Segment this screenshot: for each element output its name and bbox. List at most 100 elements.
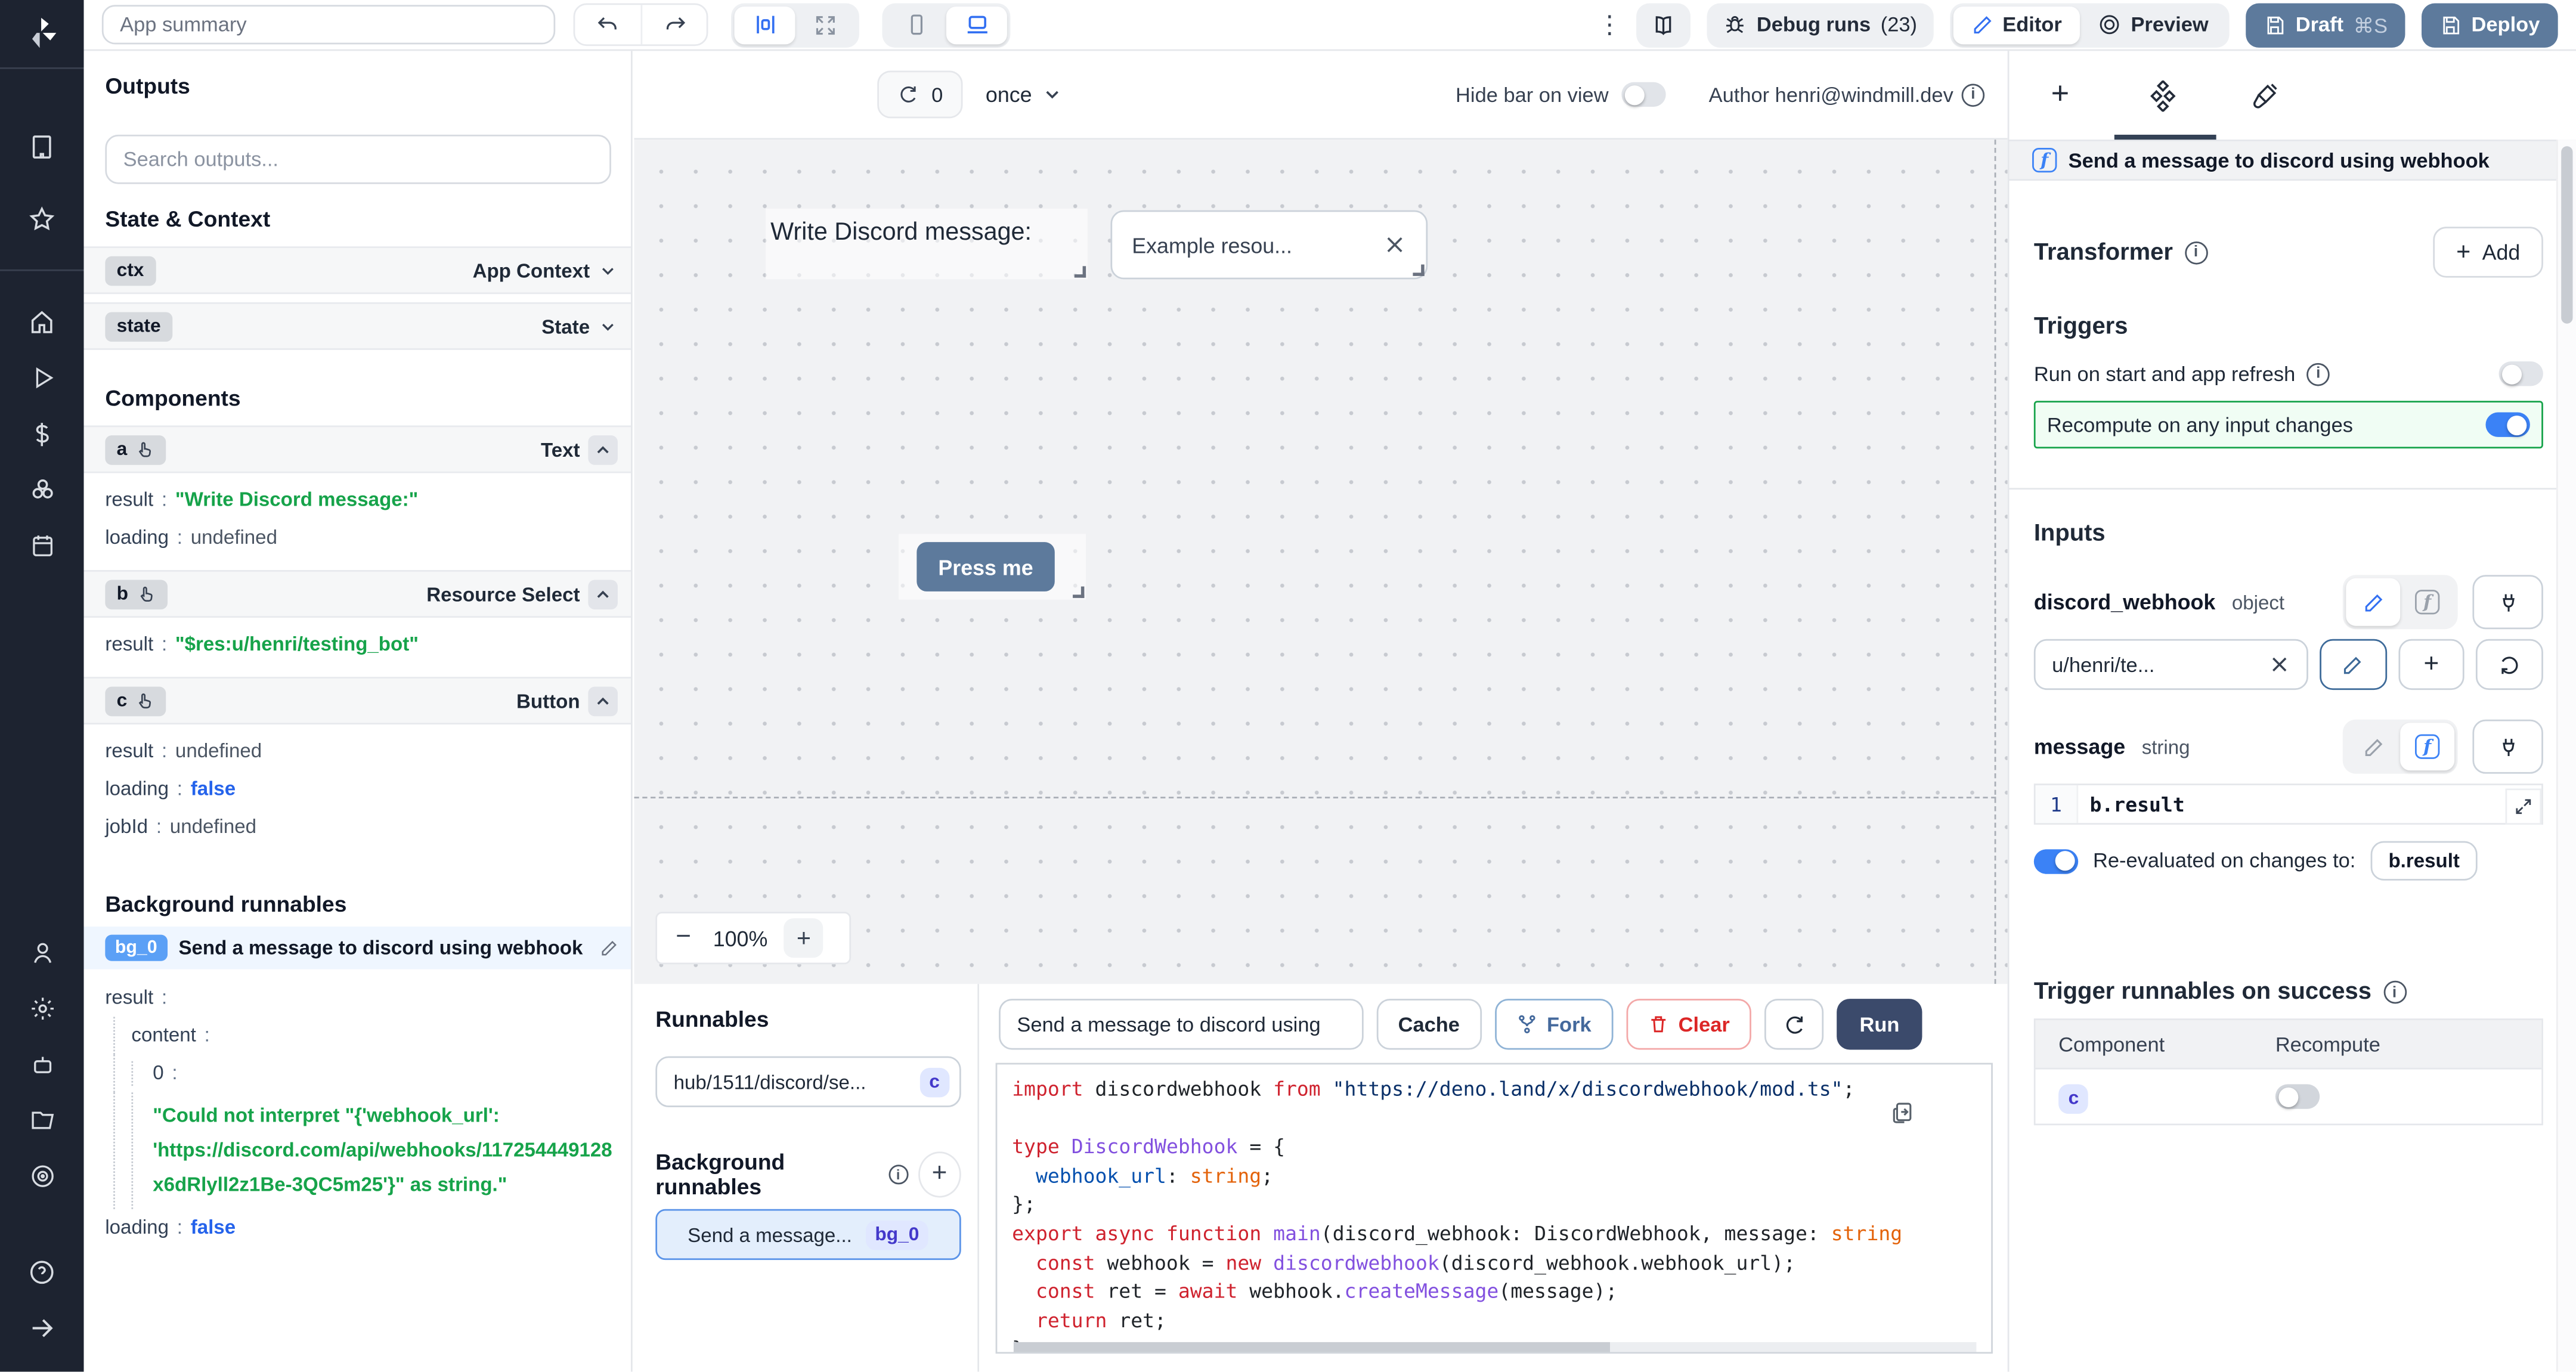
info-icon[interactable]: i bbox=[2307, 362, 2330, 385]
component-c-row[interactable]: c Button bbox=[84, 677, 631, 724]
button-component-wrapper[interactable]: Press me bbox=[899, 534, 1086, 599]
hide-bar-toggle[interactable] bbox=[1622, 82, 1666, 107]
component-b-row[interactable]: b Resource Select bbox=[84, 570, 631, 618]
home-icon[interactable] bbox=[14, 294, 70, 350]
add-background-runnable-button[interactable]: + bbox=[918, 1151, 961, 1197]
chevron-down-icon[interactable] bbox=[598, 316, 618, 336]
favorites-star-icon[interactable] bbox=[14, 191, 70, 247]
cache-button[interactable]: Cache bbox=[1377, 999, 1481, 1049]
message-expression[interactable]: b.result bbox=[2078, 785, 2541, 823]
add-resource-button[interactable]: + bbox=[2398, 639, 2464, 690]
edit-resource-button[interactable] bbox=[2320, 639, 2386, 690]
resource-select-component[interactable]: Example resou... bbox=[1110, 210, 1428, 280]
resize-handle[interactable] bbox=[1413, 265, 1424, 276]
code-editor[interactable]: import discordwebhook from "https://deno… bbox=[996, 1063, 1993, 1354]
settings-gear-icon[interactable] bbox=[14, 981, 70, 1037]
connect-plug-button[interactable] bbox=[2472, 575, 2543, 629]
clear-x-icon[interactable] bbox=[1383, 233, 1407, 256]
redo-button[interactable] bbox=[640, 5, 706, 44]
info-icon[interactable]: i bbox=[2383, 981, 2406, 1004]
reevaluate-target-badge[interactable]: b.result bbox=[2370, 841, 2478, 881]
component-a-row[interactable]: a Text bbox=[84, 426, 631, 473]
docs-book-button[interactable] bbox=[1637, 2, 1691, 47]
info-icon[interactable]: i bbox=[888, 1165, 908, 1184]
recompute-row-toggle[interactable] bbox=[2275, 1084, 2320, 1108]
refresh-count-button[interactable]: 0 bbox=[877, 70, 962, 118]
edit-pencil-icon[interactable] bbox=[600, 939, 618, 957]
help-icon[interactable] bbox=[14, 1244, 70, 1300]
reevaluate-toggle[interactable] bbox=[2034, 848, 2078, 873]
audit-eye-icon[interactable] bbox=[14, 1148, 70, 1204]
ctx-row[interactable]: ctx App Context bbox=[84, 246, 631, 294]
clear-x-icon[interactable] bbox=[2268, 654, 2290, 676]
preview-tab[interactable]: Preview bbox=[2080, 6, 2227, 44]
refresh-resource-button[interactable] bbox=[2476, 639, 2543, 690]
zoom-out-button[interactable]: − bbox=[670, 923, 696, 953]
app-canvas[interactable]: Write Discord message: Example resou... … bbox=[634, 140, 2007, 984]
deploy-button[interactable]: Deploy bbox=[2422, 2, 2558, 47]
chevron-down-icon[interactable] bbox=[598, 261, 618, 280]
folders-icon[interactable] bbox=[14, 1092, 70, 1148]
text-component[interactable]: Write Discord message: bbox=[766, 209, 1088, 279]
state-row[interactable]: state State bbox=[84, 302, 631, 350]
code-horizontal-scrollbar[interactable] bbox=[1014, 1342, 1976, 1352]
eval-function-mode-button[interactable]: f bbox=[2400, 578, 2454, 626]
run-button[interactable]: Run bbox=[1837, 999, 1922, 1049]
collapse-b-button[interactable] bbox=[588, 579, 618, 609]
collapse-arrow-right-icon[interactable] bbox=[14, 1299, 70, 1355]
c-jobid-key: jobId bbox=[105, 815, 148, 838]
info-icon[interactable]: i bbox=[1962, 83, 1985, 106]
app-summary-input[interactable] bbox=[102, 5, 555, 44]
editor-tab[interactable]: Editor bbox=[1953, 6, 2080, 44]
bg0-output-row[interactable]: bg_0 Send a message to discord using web… bbox=[84, 927, 631, 970]
centered-layout-button[interactable] bbox=[735, 6, 795, 44]
workers-bot-icon[interactable] bbox=[14, 1036, 70, 1092]
tab-insert-component[interactable]: + bbox=[2009, 77, 2111, 113]
expand-editor-icon[interactable] bbox=[2506, 788, 2542, 825]
recompute-toggle[interactable] bbox=[2485, 413, 2529, 437]
user-icon[interactable] bbox=[14, 925, 70, 981]
schedule-mode-dropdown[interactable]: once bbox=[986, 82, 1063, 107]
mobile-view-button[interactable] bbox=[886, 6, 946, 44]
fork-button[interactable]: Fork bbox=[1494, 999, 1613, 1049]
static-pencil-mode-button[interactable] bbox=[2346, 578, 2400, 626]
message-expression-editor[interactable]: 1 b.result bbox=[2034, 783, 2543, 825]
fullwidth-layout-button[interactable] bbox=[795, 6, 856, 44]
collapse-a-button[interactable] bbox=[588, 435, 618, 464]
hub-icon[interactable] bbox=[14, 462, 70, 518]
eval-function-mode-button[interactable]: f bbox=[2400, 723, 2454, 770]
line-number: 1 bbox=[2036, 785, 2079, 823]
static-pencil-mode-button[interactable] bbox=[2346, 723, 2400, 770]
run-on-start-toggle[interactable] bbox=[2499, 361, 2543, 386]
desktop-view-button[interactable] bbox=[946, 6, 1007, 44]
runs-play-icon[interactable] bbox=[14, 350, 70, 406]
search-outputs-input[interactable] bbox=[105, 135, 611, 184]
right-panel-scrollbar[interactable] bbox=[2556, 140, 2576, 1371]
connect-plug-button[interactable] bbox=[2472, 720, 2543, 774]
resize-handle[interactable] bbox=[1073, 587, 1084, 598]
runnable-item[interactable]: hub/1511/discord/se... c bbox=[655, 1057, 961, 1107]
info-icon[interactable]: i bbox=[2184, 241, 2207, 264]
tab-styling[interactable] bbox=[2213, 81, 2315, 109]
resize-handle[interactable] bbox=[1075, 266, 1086, 277]
tab-component-settings[interactable] bbox=[2111, 80, 2213, 111]
collapse-c-button[interactable] bbox=[588, 686, 618, 716]
undo-button[interactable] bbox=[575, 5, 640, 44]
clear-button[interactable]: Clear bbox=[1626, 999, 1751, 1049]
windmill-logo-icon[interactable] bbox=[24, 8, 60, 58]
runnable-name-input[interactable] bbox=[999, 999, 1364, 1049]
debug-runs-button[interactable]: Debug runs (23) bbox=[1707, 2, 1933, 47]
background-runnable-item-selected[interactable]: Send a message... bg_0 bbox=[655, 1209, 961, 1260]
copy-code-icon[interactable] bbox=[1891, 1101, 1915, 1125]
schedules-calendar-icon[interactable] bbox=[14, 518, 70, 574]
draft-save-button[interactable]: Draft ⌘S bbox=[2246, 2, 2405, 47]
variables-dollar-icon[interactable] bbox=[14, 406, 70, 462]
press-me-button[interactable]: Press me bbox=[917, 542, 1054, 591]
workspace-icon[interactable] bbox=[14, 118, 70, 174]
more-menu-kebab-icon[interactable]: ⋮ bbox=[1597, 10, 1621, 40]
refresh-button[interactable] bbox=[1764, 999, 1823, 1049]
recompute-label: Recompute on any input changes bbox=[2047, 413, 2353, 436]
resource-picker-value[interactable]: u/henri/te... bbox=[2034, 639, 2308, 690]
add-transformer-button[interactable]: + Add bbox=[2433, 227, 2543, 277]
zoom-in-button[interactable]: + bbox=[784, 918, 823, 958]
